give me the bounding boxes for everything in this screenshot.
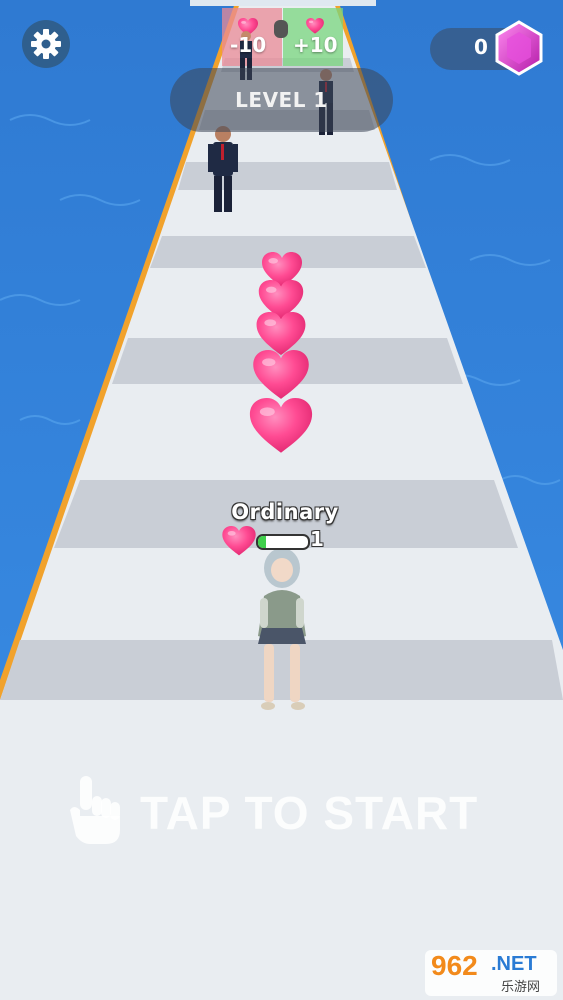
watermark-suffix: .NET	[491, 953, 537, 975]
tap-to-start-text: TAP TO START	[140, 787, 479, 839]
settings-button[interactable]	[22, 20, 70, 68]
gear-icon	[31, 29, 61, 59]
watermark-number: 962	[431, 950, 478, 981]
love-value: 1	[310, 527, 324, 551]
level-indicator: LEVEL 1	[170, 68, 393, 132]
tap-to-start-prompt[interactable]: TAP TO START	[68, 772, 508, 856]
gate-left-label: -10	[230, 33, 267, 57]
love-meter: 1	[222, 527, 362, 557]
gate-top-bar	[190, 0, 376, 6]
love-progress-bar	[256, 534, 310, 550]
gem-counter: 0	[430, 20, 543, 76]
player-status-label: Ordinary	[231, 500, 339, 524]
gate-right-label: +10	[293, 33, 338, 57]
gate-shield-icon	[274, 20, 288, 38]
watermark-subtitle: 乐游网	[501, 980, 541, 995]
watermark-logo: 962 .NET 乐游网	[425, 950, 557, 996]
love-progress-fill	[258, 536, 266, 548]
gem-icon	[495, 20, 543, 76]
